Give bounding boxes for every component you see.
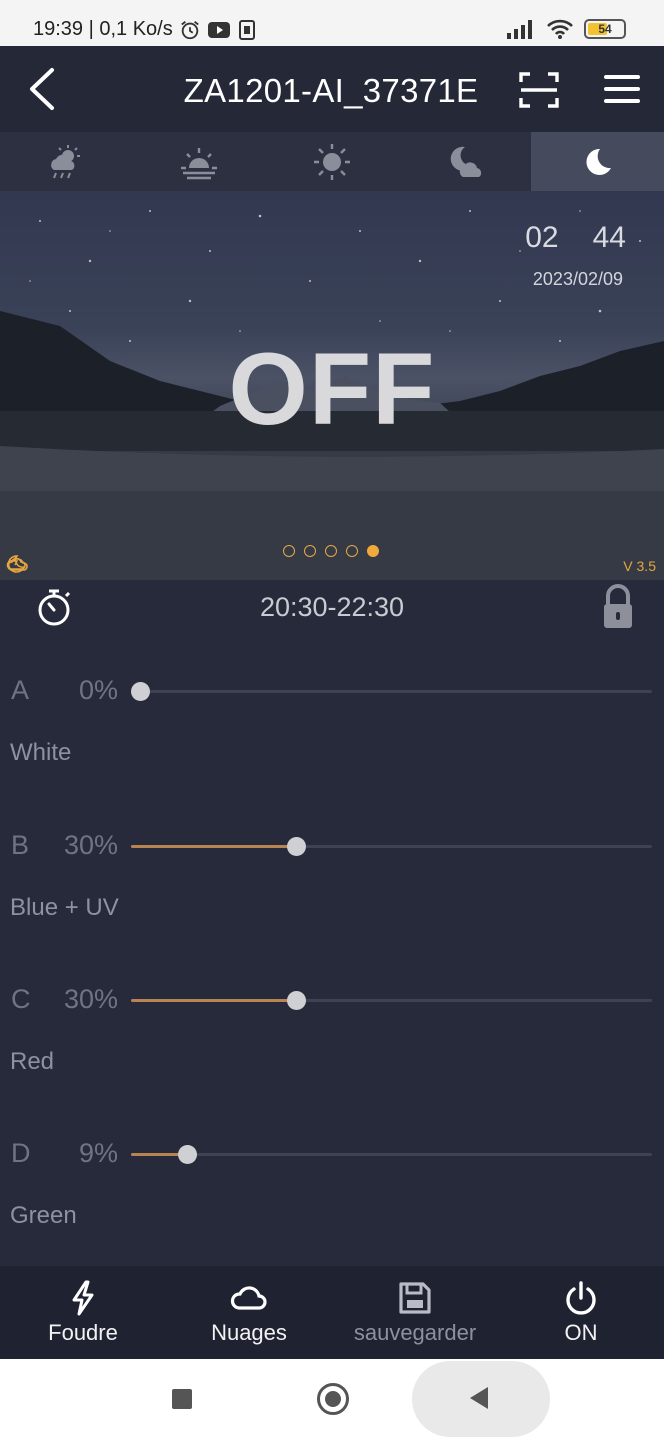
channel-percent: 9% [78,1138,118,1168]
battery-icon: 54 [584,19,626,39]
lightning-label: Foudre [48,1320,118,1345]
channel-name: White [10,739,72,766]
schedule-range: 20:30-22:30 [259,592,405,622]
moon-icon [586,148,611,175]
page-dot[interactable] [325,545,337,557]
channel-letter: D [11,1138,31,1168]
status-time: 19:39 | 0,1 Ko/s [33,18,173,40]
status-right: 54 [506,18,626,40]
channel-percent: 30% [63,830,118,860]
padlock-icon [604,584,632,628]
power-label: ON [564,1320,598,1345]
channel-percent: 30% [63,984,118,1014]
tab-weather[interactable] [0,132,133,191]
timer-row: 20:30-22:30 [0,580,664,634]
channel-a: A 0% White [0,675,664,825]
channel-b-slider[interactable] [131,837,652,856]
hamburger-menu-icon [604,75,640,103]
battery-level: 54 [598,22,612,36]
bottom-toolbar: Foudre Nuages sauvegarder ON [0,1266,664,1359]
scan-button[interactable] [518,70,560,110]
system-nav-bar [0,1359,664,1439]
tab-night[interactable] [531,132,664,191]
signal-icon [507,20,532,39]
channel-letter: B [11,830,30,860]
slider-fill [131,999,296,1002]
page-dot-active[interactable] [367,545,379,557]
youtube-icon [207,21,230,38]
channel-name: Green [10,1202,77,1229]
slider-thumb[interactable] [287,991,306,1010]
clouds-button[interactable]: Nuages [166,1266,332,1359]
device-clock: 02 44 [525,221,626,255]
sun-icon [313,143,350,180]
clock-hours: 02 [525,221,559,254]
moon-cloud-icon [450,146,481,177]
channel-d-slider[interactable] [131,1145,652,1164]
status-left: 19:39 | 0,1 Ko/s [33,18,257,41]
slider-thumb[interactable] [287,837,306,856]
channel-letter: A [11,675,30,705]
power-icon [566,1281,596,1315]
alarm-icon [180,20,199,39]
save-disk-icon [399,1282,431,1314]
status-bar: 19:39 | 0,1 Ko/s 54 [0,0,664,46]
system-back-button[interactable] [470,1387,488,1409]
clouds-label: Nuages [211,1320,287,1345]
channel-letter: C [11,984,31,1014]
channel-a-slider[interactable] [131,682,652,701]
firmware-version: V 3.5 [623,558,656,574]
page-dot[interactable] [346,545,358,557]
power-state-label: OFF [228,332,436,446]
save-button[interactable]: sauvegarder [332,1266,498,1359]
home-button[interactable] [317,1383,349,1415]
page-dot[interactable] [304,545,316,557]
lightning-icon [72,1280,94,1316]
lightning-button[interactable]: Foudre [0,1266,166,1359]
power-button[interactable]: ON [498,1266,664,1359]
cloud-icon [230,1286,267,1310]
sunrise-icon [181,147,218,179]
sim-icon [238,19,255,40]
device-title-text: ZA1201-AI_37371E [183,72,479,109]
slider-thumb[interactable] [131,682,150,701]
app-header: ZA1201-AI_37371E [0,46,664,132]
tab-dusk[interactable] [398,132,531,191]
device-title: ZA1201-AI_37371E [0,72,664,110]
tab-day[interactable] [266,132,399,191]
channel-name: Red [10,1048,55,1075]
tab-sunrise[interactable] [133,132,266,191]
sun-cloud-rain-icon [51,144,81,178]
device-date: 2023/02/09 [532,269,623,289]
save-label: sauvegarder [353,1320,477,1345]
clock-minutes: 44 [592,221,626,254]
scan-icon [519,72,559,108]
channel-c-slider[interactable] [131,991,652,1010]
wifi-icon [547,19,573,39]
menu-button[interactable] [602,70,644,108]
scene-preview[interactable]: 02 44 2023/02/09 OFF V 3.5 [0,191,664,580]
recents-button[interactable] [172,1389,192,1409]
channel-c: C 30% Red [0,984,664,1134]
channel-b: B 30% Blue + UV [0,830,664,980]
page-dot[interactable] [283,545,295,557]
mode-tabs [0,132,664,191]
slider-fill [131,845,296,848]
cloud-icon [7,558,28,571]
slider-thumb[interactable] [178,1145,197,1164]
channel-percent: 0% [78,675,118,705]
channel-name: Blue + UV [10,894,119,921]
page-indicator [283,545,379,557]
lock-button[interactable] [601,584,635,635]
